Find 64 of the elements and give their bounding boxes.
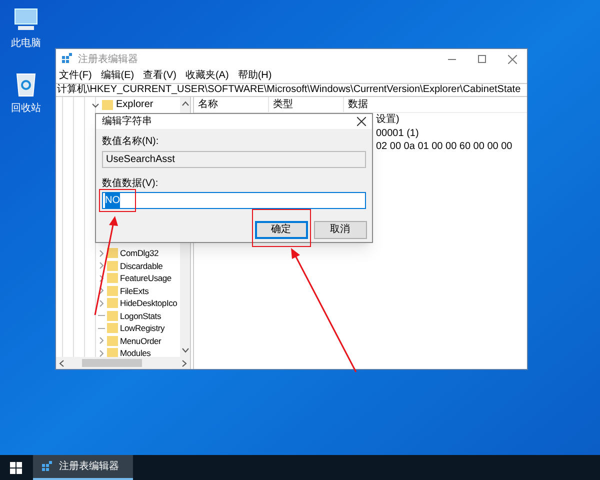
minimize-icon[interactable] bbox=[448, 58, 456, 60]
desktop-icon-label[interactable]: 此电脑 bbox=[11, 36, 41, 51]
value-name-field[interactable]: UseSearchAsst bbox=[102, 151, 366, 168]
folder-icon bbox=[107, 310, 118, 320]
table-cell: 00001 (1) bbox=[376, 126, 419, 140]
scroll-thumb[interactable] bbox=[82, 359, 142, 367]
folder-icon bbox=[107, 286, 118, 296]
folder-icon bbox=[107, 336, 118, 346]
table-cell: 02 00 0a 01 00 00 60 00 00 00 bbox=[376, 140, 512, 154]
tree-item[interactable]: FeatureUsage bbox=[120, 272, 172, 284]
tree-item[interactable]: LogonStats bbox=[120, 310, 162, 322]
tree-item[interactable]: HideDesktopIco bbox=[120, 297, 178, 309]
menu-item[interactable]: 查看(V) bbox=[143, 70, 176, 82]
horizontal-scrollbar[interactable] bbox=[56, 357, 190, 369]
computer-icon[interactable] bbox=[13, 8, 39, 32]
registry-icon bbox=[41, 460, 53, 472]
window-title: 注册表编辑器 bbox=[78, 52, 138, 66]
chevron-right-icon[interactable] bbox=[98, 250, 105, 256]
desktop-icon-label[interactable]: 回收站 bbox=[11, 101, 41, 116]
field-label: 数值数据(V): bbox=[102, 177, 160, 190]
tree-item[interactable]: ComDlg32 bbox=[120, 247, 159, 259]
ok-button[interactable]: 确定 bbox=[254, 221, 308, 239]
scroll-left-icon[interactable] bbox=[59, 360, 64, 366]
cancel-button[interactable]: 取消 bbox=[314, 221, 366, 239]
menu-item[interactable]: 文件(F) bbox=[59, 70, 92, 82]
menu-item[interactable]: 编辑(E) bbox=[100, 70, 134, 82]
dialog-title: 编辑字符串 bbox=[102, 114, 152, 129]
scroll-down-icon[interactable] bbox=[182, 348, 188, 353]
tree-item[interactable]: LowRegistry bbox=[120, 322, 165, 334]
recycle-bin-icon[interactable] bbox=[15, 71, 37, 97]
chevron-right-icon[interactable] bbox=[98, 300, 105, 306]
folder-icon bbox=[107, 298, 118, 308]
menu-item[interactable]: 帮助(H) bbox=[238, 70, 272, 82]
folder-icon bbox=[107, 273, 118, 283]
folder-icon bbox=[107, 323, 118, 333]
start-icon[interactable] bbox=[10, 462, 22, 474]
tree-item[interactable]: Modules bbox=[120, 347, 151, 357]
value-data-field[interactable]: NO bbox=[102, 192, 366, 209]
column-header[interactable]: 数据 bbox=[344, 97, 527, 112]
chevron-right-icon[interactable] bbox=[98, 262, 105, 269]
address-bar[interactable]: 计算机\HKEY_CURRENT_USER\SOFTWARE\Microsoft\Windows\CurrentVersion\Explorer\CabinetState bbox=[56, 83, 527, 97]
chevron-down-icon[interactable] bbox=[92, 102, 99, 108]
tree-item[interactable]: Explorer bbox=[116, 99, 154, 111]
menu-item[interactable]: 收藏夹(A) bbox=[185, 70, 229, 82]
field-label: 数值名称(N): bbox=[102, 135, 160, 148]
column-header[interactable]: 名称 bbox=[194, 97, 269, 112]
taskbar-button[interactable]: 注册表编辑器 bbox=[33, 455, 133, 480]
scroll-right-icon[interactable] bbox=[182, 360, 187, 366]
registry-icon bbox=[61, 53, 73, 65]
chevron-right-icon[interactable] bbox=[98, 337, 105, 344]
folder-icon bbox=[102, 100, 113, 110]
chevron-right-icon[interactable] bbox=[98, 287, 105, 294]
folder-icon bbox=[107, 260, 118, 270]
close-icon[interactable] bbox=[357, 117, 366, 126]
tree-item[interactable]: MenuOrder bbox=[120, 334, 162, 346]
field-value: NO bbox=[105, 193, 120, 208]
table-cell: 设置) bbox=[376, 113, 400, 126]
scroll-up-icon[interactable] bbox=[182, 101, 188, 106]
chevron-right-icon[interactable] bbox=[98, 350, 105, 356]
tree-item[interactable]: Discardable bbox=[120, 260, 163, 272]
column-header[interactable]: 类型 bbox=[269, 97, 344, 112]
chevron-right-icon[interactable] bbox=[98, 274, 105, 282]
tree-item[interactable]: FileExts bbox=[120, 284, 149, 296]
maximize-icon[interactable] bbox=[478, 55, 486, 63]
